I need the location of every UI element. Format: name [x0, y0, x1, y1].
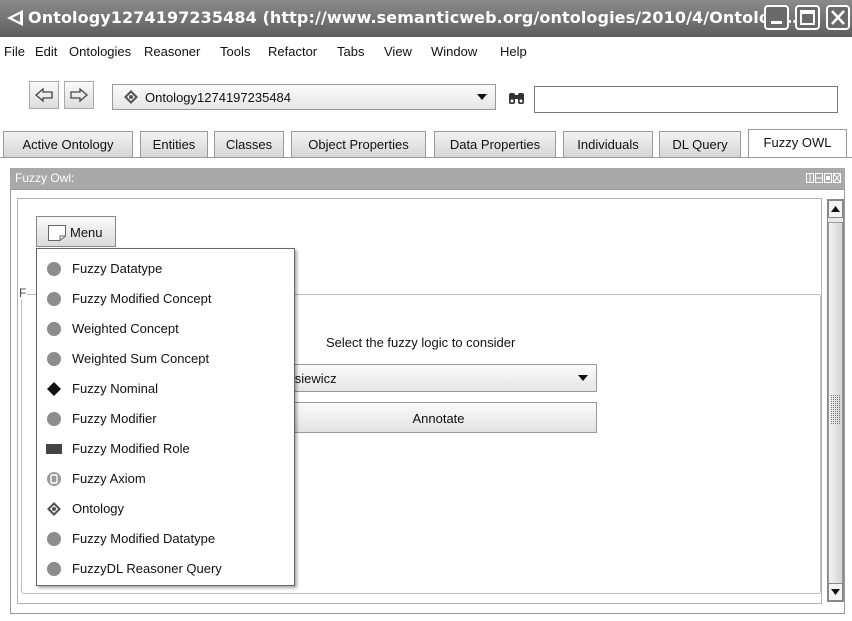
ontology-diamond-icon [47, 502, 61, 516]
fuzzy-popup-menu: Fuzzy Datatype Fuzzy Modified Concept We… [36, 248, 295, 586]
app-icon [7, 10, 23, 26]
menu-window[interactable]: Window [431, 44, 477, 59]
gray-circle-icon [47, 322, 61, 336]
search-input[interactable] [534, 86, 838, 113]
annotate-button[interactable]: Annotate [280, 402, 597, 433]
rectangle-icon [46, 444, 62, 454]
menu-refactor[interactable]: Refactor [268, 44, 317, 59]
menu-item-label: Fuzzy Modified Concept [72, 291, 212, 306]
close-button[interactable] [826, 5, 850, 30]
scrollbar-thumb[interactable] [828, 222, 843, 584]
menu-item-fuzzy-datatype[interactable]: Fuzzy Datatype [37, 254, 294, 284]
menu-reasoner[interactable]: Reasoner [144, 44, 200, 59]
menu-item-weighted-concept[interactable]: Weighted Concept [37, 314, 294, 344]
menu-item-label: Fuzzy Modified Datatype [72, 531, 216, 546]
toolbar: Ontology1274197235484 [0, 65, 852, 125]
gray-circle-icon [47, 262, 61, 276]
document-icon [48, 225, 66, 241]
back-button[interactable] [29, 81, 59, 109]
menu-item-fuzzy-modified-concept[interactable]: Fuzzy Modified Concept [37, 284, 294, 314]
menu-item-weighted-sum-concept[interactable]: Weighted Sum Concept [37, 344, 294, 374]
logic-selector[interactable]: kasiewicz [280, 364, 597, 392]
gray-circle-icon [47, 352, 61, 366]
menu-item-label: Weighted Sum Concept [72, 351, 210, 366]
ontology-selector[interactable]: Ontology1274197235484 [112, 84, 496, 110]
maximize-icon [800, 10, 815, 25]
chevron-down-icon [477, 94, 487, 100]
menu-ontologies[interactable]: Ontologies [69, 44, 131, 59]
menu-tools[interactable]: Tools [220, 44, 250, 59]
menu-item-ontology[interactable]: Ontology [37, 494, 294, 524]
black-diamond-icon [47, 382, 61, 396]
maximize-button[interactable] [795, 5, 820, 30]
menu-item-fuzzy-nominal[interactable]: Fuzzy Nominal [37, 374, 294, 404]
tab-active-ontology[interactable]: Active Ontology [3, 131, 133, 157]
binoculars-icon [509, 93, 524, 104]
scroll-up-button[interactable] [828, 200, 843, 218]
minimize-icon [771, 21, 782, 24]
tab-data-properties[interactable]: Data Properties [434, 131, 556, 157]
tab-divider [0, 157, 852, 158]
tab-entities[interactable]: Entities [140, 131, 208, 157]
fieldset-legend: F [18, 286, 28, 300]
arrow-right-icon [70, 87, 88, 103]
menu-bar: File Edit Ontologies Reasoner Tools Refa… [0, 37, 852, 65]
ontology-selector-label: Ontology1274197235484 [145, 90, 292, 105]
tab-individuals[interactable]: Individuals [563, 131, 653, 157]
arrow-up-icon [831, 206, 840, 212]
view-controls-icons[interactable] [806, 173, 842, 184]
view-title: Fuzzy Owl: [15, 171, 75, 185]
gray-circle-icon [47, 562, 61, 576]
gray-circle-icon [47, 412, 61, 426]
menu-item-label: Fuzzy Modifier [72, 411, 157, 426]
menu-edit[interactable]: Edit [35, 44, 57, 59]
tab-classes[interactable]: Classes [214, 131, 284, 157]
scroll-down-button[interactable] [828, 583, 843, 601]
menu-item-label: Fuzzy Nominal [72, 381, 158, 396]
menu-button-label: Menu [70, 225, 103, 240]
menu-item-fuzzydl-reasoner-query[interactable]: FuzzyDL Reasoner Query [37, 554, 294, 584]
view-header: Fuzzy Owl: [10, 168, 845, 189]
tab-object-properties[interactable]: Object Properties [291, 131, 426, 157]
menu-item-label: Weighted Concept [72, 321, 179, 336]
forward-button[interactable] [64, 81, 94, 109]
menu-help[interactable]: Help [500, 44, 527, 59]
title-bar[interactable]: Ontology1274197235484 (http://www.semant… [0, 0, 852, 37]
minimize-button[interactable] [764, 5, 789, 30]
axiom-icon [47, 472, 61, 486]
menu-item-label: FuzzyDL Reasoner Query [72, 561, 222, 576]
vertical-scrollbar[interactable] [827, 199, 844, 602]
menu-file[interactable]: File [4, 44, 25, 59]
menu-button[interactable]: Menu [36, 216, 116, 247]
arrow-down-icon [831, 589, 840, 595]
gray-circle-icon [47, 532, 61, 546]
grip-icon [831, 395, 841, 425]
arrow-left-icon [35, 87, 53, 103]
gray-circle-icon [47, 292, 61, 306]
close-icon [831, 10, 845, 25]
menu-item-fuzzy-modifier[interactable]: Fuzzy Modifier [37, 404, 294, 434]
select-logic-label: Select the fuzzy logic to consider [326, 335, 516, 350]
menu-view[interactable]: View [384, 44, 412, 59]
menu-item-label: Fuzzy Axiom [72, 471, 146, 486]
tab-strip: Active Ontology Entities Classes Object … [0, 125, 852, 158]
menu-item-label: Ontology [72, 501, 125, 516]
window-title: Ontology1274197235484 (http://www.semant… [28, 8, 798, 27]
menu-tabs[interactable]: Tabs [337, 44, 364, 59]
chevron-down-icon [578, 375, 588, 381]
tab-fuzzy-owl[interactable]: Fuzzy OWL [748, 129, 847, 158]
menu-item-label: Fuzzy Datatype [72, 261, 163, 276]
menu-item-label: Fuzzy Modified Role [72, 441, 190, 456]
menu-item-fuzzy-modified-role[interactable]: Fuzzy Modified Role [37, 434, 294, 464]
tab-dl-query[interactable]: DL Query [659, 131, 741, 157]
menu-item-fuzzy-modified-datatype[interactable]: Fuzzy Modified Datatype [37, 524, 294, 554]
menu-item-fuzzy-axiom[interactable]: Fuzzy Axiom [37, 464, 294, 494]
ontology-diamond-icon [124, 90, 138, 104]
